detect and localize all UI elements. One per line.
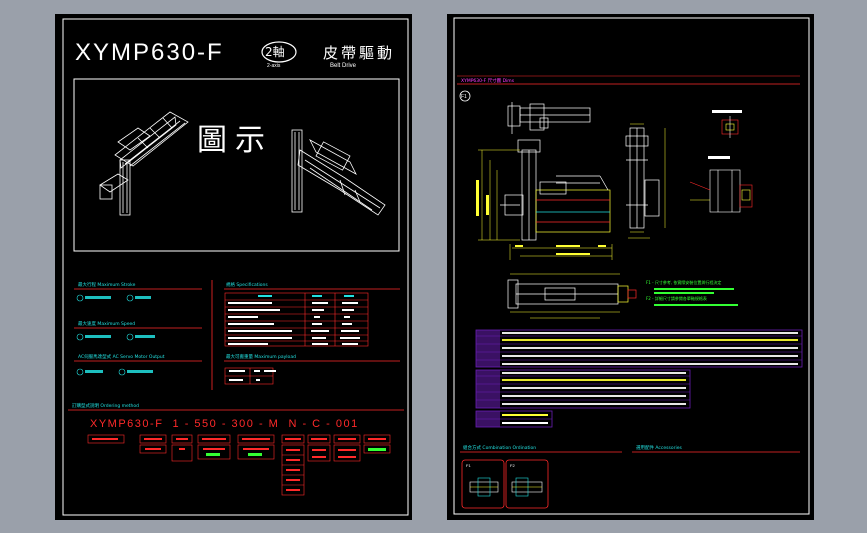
note-2: F2 - 詳細尺寸請參閱各單軸規格表 — [646, 295, 707, 301]
section-max-stroke: 最大行程 Maximum Stroke — [78, 281, 136, 288]
ordering-code: XYMP630-F 1 - 550 - 300 - M N - C - 001 — [90, 418, 359, 430]
note-1: F1 - 尺寸參考, 依實際安裝位置與行程決定 — [646, 279, 721, 285]
drive-title-cn: 皮帶驅動 — [323, 44, 395, 62]
drive-title-en: Belt Drive — [330, 63, 357, 69]
figure-label: 圖示 — [197, 123, 273, 158]
model-title: XYMP630-F — [75, 39, 224, 66]
right-sheet: XYMP630-F 尺寸圖 Dims F1 F1 - 尺寸參考, 依實際安裝位置… — [447, 14, 814, 520]
combo-f1-label: F1 — [466, 463, 471, 468]
drawing-canvas: XYMP630-F 2軸 2-axis 皮帶驅動 Belt Drive 圖示 最… — [55, 14, 814, 520]
section-ordering: 訂購型式說明 Ordering method — [72, 402, 139, 409]
section-specifications: 規格 Specifications — [226, 281, 268, 288]
section-screw-lead: AC伺服馬達型式 AC Servo Motor Output — [78, 353, 165, 360]
axis-badge-sub: 2-axis — [267, 63, 281, 69]
dimension-title: XYMP630-F 尺寸圖 Dims — [461, 77, 515, 84]
accessories-title: 選用配件 Accessories — [636, 444, 682, 451]
section-max-payload: 最大可搬重量 Maximum payload — [226, 353, 296, 360]
combo-f2-label: F2 — [510, 463, 515, 468]
combination-title: 組合方式 Combination Ordination — [463, 444, 536, 451]
axis-badge: 2軸 — [265, 45, 285, 59]
section-max-speed: 最大速度 Maximum Speed — [78, 320, 135, 327]
left-sheet: XYMP630-F 2軸 2-axis 皮帶驅動 Belt Drive 圖示 最… — [55, 14, 412, 520]
figure-tag: F1 — [461, 94, 467, 100]
bottom-view — [507, 279, 637, 309]
